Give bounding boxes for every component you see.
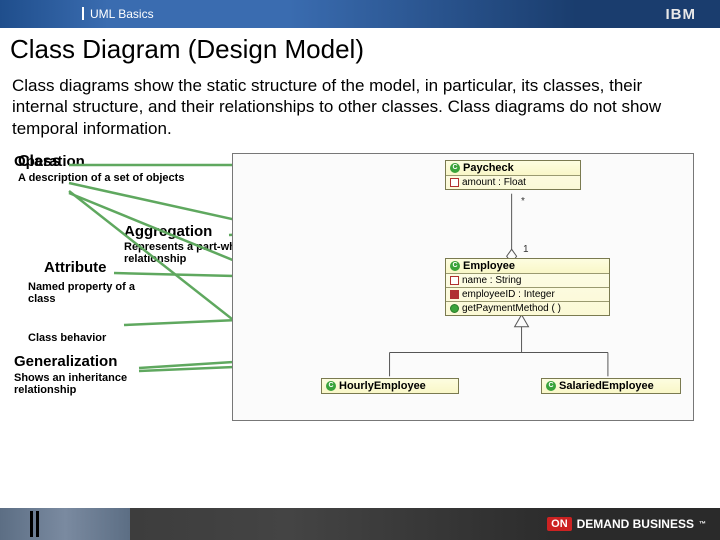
label-operation-desc: Class behavior: [28, 332, 106, 344]
class-icon: [326, 381, 336, 391]
label-generalization-title: Generalization: [14, 353, 117, 370]
operation-text: getPaymentMethod ( ): [462, 303, 561, 314]
attribute-text: employeeID : Integer: [462, 289, 555, 300]
attribute-icon: [450, 276, 459, 285]
class-icon: [450, 261, 460, 271]
attribute-text: name : String: [462, 275, 521, 286]
trademark-symbol: ™: [699, 521, 706, 528]
footer-graphic: [0, 508, 130, 540]
label-attribute-desc: Named property of a class: [28, 281, 158, 306]
label-class-title: Class: [18, 153, 184, 171]
header-divider: [82, 7, 84, 20]
class-box-hourly: HourlyEmployee: [321, 378, 459, 394]
attribute-text: amount : Float: [462, 177, 526, 188]
label-attribute: Attribute: [44, 259, 107, 276]
on-demand-business-logo: ON DEMAND BUSINESS ™: [547, 517, 706, 531]
uml-canvas: * 1 Paycheck amount : Float Employee nam…: [232, 153, 694, 421]
body-paragraph: Class diagrams show the static structure…: [0, 71, 720, 145]
label-generalization-desc: Shows an inheritance relationship: [14, 372, 154, 397]
class-name: HourlyEmployee: [339, 380, 426, 392]
class-name: Paycheck: [463, 162, 514, 174]
diagram-area: Class A description of a set of objects …: [14, 153, 706, 443]
class-icon: [450, 163, 460, 173]
header-bar: UML Basics IBM: [0, 0, 720, 28]
attribute-icon: [450, 178, 459, 187]
page-title: Class Diagram (Design Model): [0, 28, 720, 71]
operation-icon: [450, 304, 459, 313]
class-name: Employee: [463, 260, 515, 272]
multiplicity-one: 1: [523, 244, 529, 255]
label-attribute-title: Attribute: [44, 259, 107, 276]
class-icon: [546, 381, 556, 391]
class-box-paycheck: Paycheck amount : Float: [445, 160, 581, 190]
footer-bar: ON DEMAND BUSINESS ™: [0, 508, 720, 540]
ibm-logo: IBM: [666, 6, 697, 23]
on-badge: ON: [547, 517, 572, 531]
breadcrumb: UML Basics: [90, 7, 154, 21]
label-class-desc: A description of a set of objects: [18, 172, 184, 185]
private-attribute-icon: [450, 290, 459, 299]
generalization-triangle: [515, 315, 529, 327]
demand-text: DEMAND BUSINESS: [577, 517, 694, 531]
class-name: SalariedEmployee: [559, 380, 654, 392]
class-box-salaried: SalariedEmployee: [541, 378, 681, 394]
label-class: Class A description of a set of objects: [18, 153, 184, 185]
class-box-employee: Employee name : String employeeID : Inte…: [445, 258, 610, 316]
multiplicity-star: *: [521, 196, 525, 207]
